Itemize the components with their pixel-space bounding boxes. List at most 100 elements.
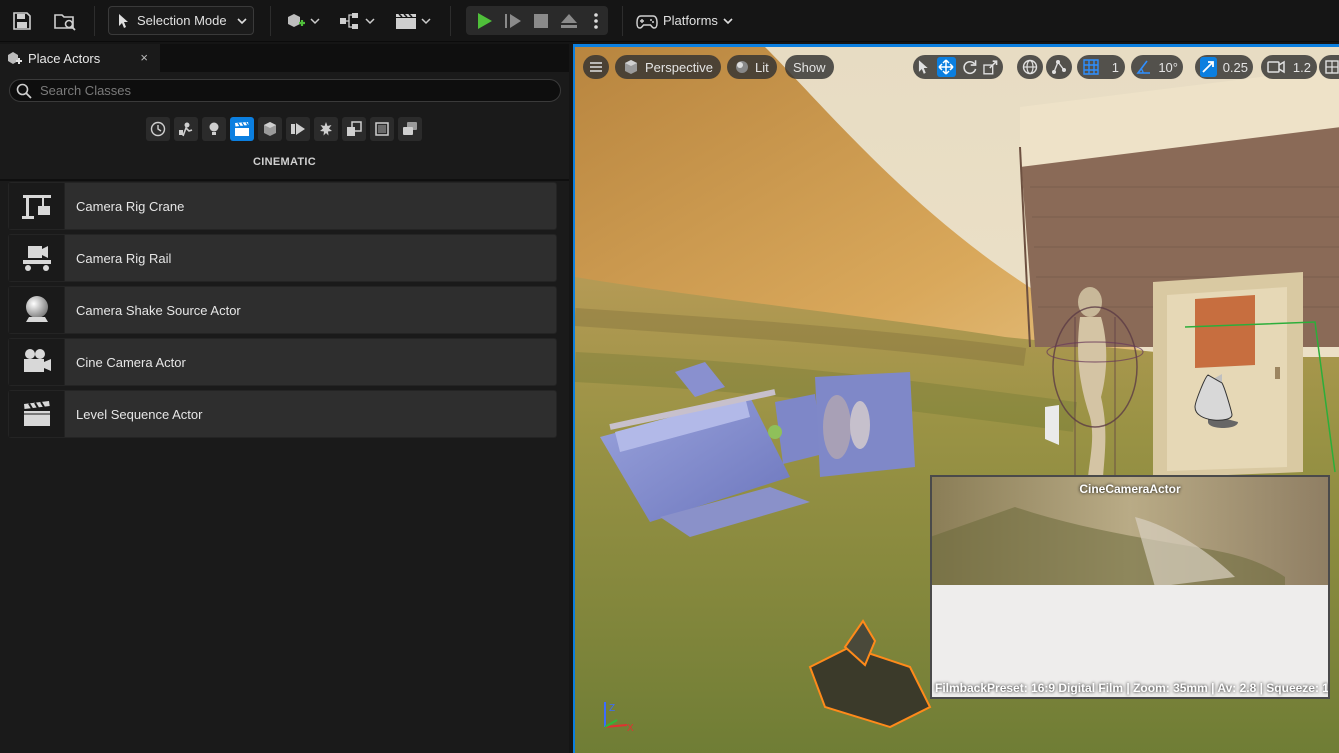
view-mode-label: Perspective (645, 59, 713, 75)
rail-icon (9, 235, 65, 281)
basic-icon[interactable] (174, 117, 198, 141)
place-actors-icon (8, 52, 22, 64)
list-item[interactable]: Camera Rig Crane (8, 182, 557, 230)
camera-icon (1267, 60, 1285, 74)
lit-sphere-icon (736, 61, 748, 73)
clapperboard-icon (9, 391, 65, 437)
world-local-toggle[interactable] (1017, 55, 1043, 79)
angle-icon (1136, 60, 1150, 74)
blueprint-icon (340, 13, 375, 29)
shapes-icon[interactable] (370, 117, 394, 141)
camera-preview-info: FilmbackPreset: 16:9 Digital Film | Zoom… (935, 681, 1329, 695)
toolbar-divider (622, 6, 623, 36)
layout-icon (1325, 60, 1339, 74)
geometry-icon[interactable] (286, 117, 310, 141)
layers-icon[interactable] (398, 117, 422, 141)
viewport-layout-button[interactable] (1319, 55, 1339, 79)
scale-snap-button[interactable]: 0.25 (1195, 55, 1253, 79)
svg-text:Z: Z (609, 703, 615, 714)
show-label: Show (793, 59, 826, 75)
eject-button[interactable] (558, 8, 580, 34)
toolbar-divider (270, 6, 271, 36)
search-icon (16, 83, 32, 99)
rotation-snap-value: 10° (1158, 59, 1178, 75)
svg-text:X: X (627, 723, 634, 734)
add-actor-button[interactable] (284, 8, 322, 34)
gamepad-icon (636, 14, 658, 29)
volumes-icon[interactable] (314, 117, 338, 141)
search-box (9, 79, 561, 102)
scale-tool-icon[interactable] (983, 59, 999, 75)
camera-preview: CineCameraActor FilmbackPreset: 16:9 Dig… (930, 475, 1330, 699)
clapperboard-icon (396, 13, 431, 29)
rotation-snap-button[interactable]: 10° (1131, 55, 1183, 79)
eject-icon (561, 14, 577, 28)
lighting-mode-button[interactable]: Lit (727, 55, 777, 79)
play-button[interactable] (474, 8, 494, 34)
close-icon[interactable]: × (140, 50, 148, 65)
panel-tab-bar: Place Actors × (0, 44, 569, 72)
selection-mode-dropdown[interactable]: Selection Mode (108, 6, 254, 35)
search-input[interactable] (40, 83, 540, 98)
perspective-cube-icon (625, 60, 637, 74)
globe-icon (1022, 59, 1038, 75)
visual-effects-icon[interactable] (258, 117, 282, 141)
select-tool-icon[interactable] (917, 59, 931, 75)
camera-speed-button[interactable]: 1.2 (1261, 55, 1317, 79)
selection-cursor-icon (119, 13, 128, 28)
grid-snap-button[interactable]: 1 (1077, 55, 1125, 79)
more-vertical-icon (594, 13, 598, 29)
camera-speed-value: 1.2 (1292, 59, 1311, 75)
category-tabs (146, 117, 422, 141)
tab-title: Place Actors (28, 50, 101, 66)
grid-size-value: 1 (1111, 59, 1119, 75)
place-actors-tab[interactable]: Place Actors × (0, 44, 160, 72)
play-options-button[interactable] (590, 8, 602, 34)
step-forward-icon (505, 14, 521, 28)
list-item[interactable]: Level Sequence Actor (8, 390, 557, 438)
view-mode-button[interactable]: Perspective (615, 55, 721, 79)
content-browser-icon[interactable] (52, 8, 78, 34)
play-controls (466, 6, 608, 35)
cine-camera-icon (9, 339, 65, 385)
stop-icon (534, 14, 548, 28)
save-icon[interactable] (10, 8, 34, 34)
lights-icon[interactable] (202, 117, 226, 141)
cinematic-icon[interactable] (230, 117, 254, 141)
place-actors-panel: Place Actors × CINEMATIC Camera Rig Cran… (0, 44, 569, 753)
level-viewport[interactable]: Z X Perspective Lit Show 1 10° 0.25 1.2 … (573, 44, 1339, 753)
recent-icon[interactable] (146, 117, 170, 141)
surface-snap-icon (1052, 60, 1066, 74)
lighting-mode-label: Lit (755, 59, 769, 75)
camera-preview-title: CineCameraActor (1079, 482, 1181, 496)
add-actor-icon (288, 14, 320, 27)
list-item[interactable]: Cine Camera Actor (8, 338, 557, 386)
transform-tools (913, 55, 1003, 79)
blueprints-button[interactable] (338, 8, 376, 34)
crane-icon (9, 183, 65, 229)
stop-button[interactable] (531, 8, 551, 34)
list-item[interactable]: Camera Shake Source Actor (8, 286, 557, 334)
item-label: Cine Camera Actor (76, 354, 186, 370)
item-label: Camera Rig Rail (76, 250, 172, 266)
chevron-down-icon (723, 17, 733, 24)
rotate-tool-icon[interactable] (962, 59, 978, 75)
play-icon (478, 13, 492, 29)
advance-frame-button[interactable] (503, 8, 523, 34)
viewport-menu-button[interactable] (583, 55, 609, 79)
list-item[interactable]: Camera Rig Rail (8, 234, 557, 282)
main-toolbar: Selection Mode Platforms (0, 0, 1339, 42)
actor-list: Camera Rig Crane Camera Rig Rail Camera … (8, 182, 557, 442)
all-classes-icon[interactable] (342, 117, 366, 141)
surface-snapping-button[interactable] (1046, 55, 1072, 79)
grid-icon (1083, 59, 1099, 75)
chevron-down-icon (237, 17, 247, 24)
cinematics-button[interactable] (394, 8, 432, 34)
hamburger-icon (590, 62, 602, 72)
show-button[interactable]: Show (785, 55, 834, 79)
category-title: CINEMATIC (253, 156, 316, 168)
platforms-dropdown[interactable]: Platforms (636, 6, 733, 35)
shake-source-icon (9, 287, 65, 333)
move-tool-icon[interactable] (936, 57, 956, 77)
divider (0, 179, 569, 181)
